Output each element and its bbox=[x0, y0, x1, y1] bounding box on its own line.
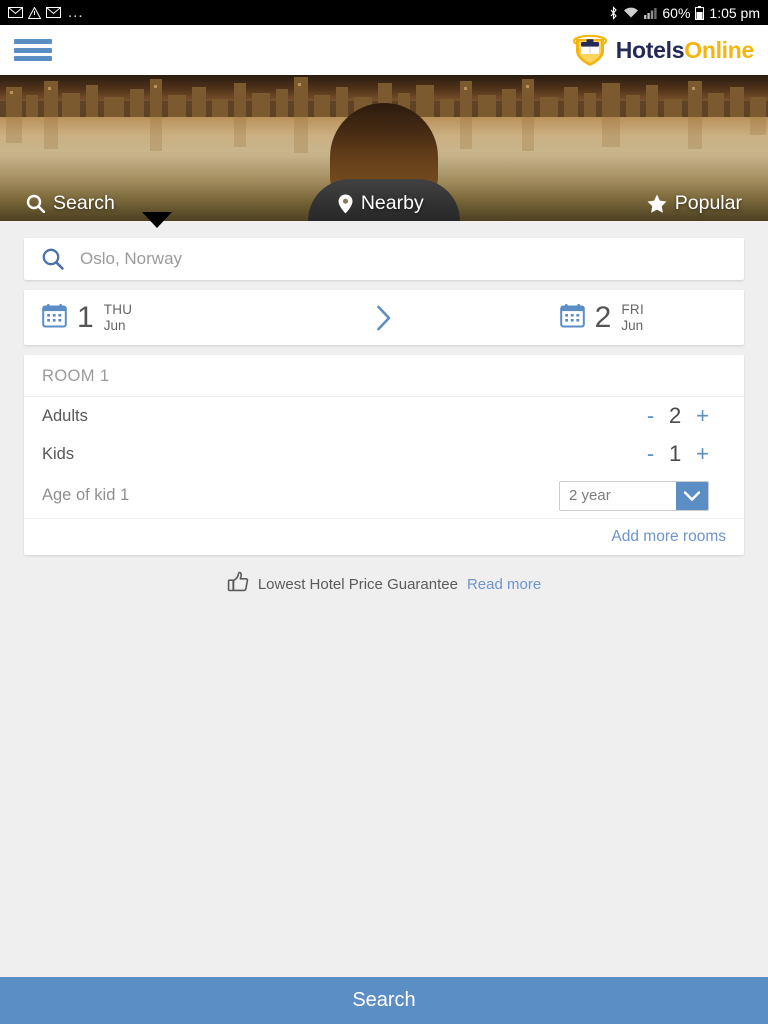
destination-card: Oslo, Norway bbox=[24, 238, 744, 280]
checkin-weekday-month: THU Jun bbox=[104, 302, 133, 333]
battery-percent: 60% bbox=[662, 4, 691, 21]
chevron-right-icon bbox=[376, 305, 393, 331]
checkout-weekday-month: FRI Jun bbox=[621, 302, 644, 333]
clock-time: 1:05 pm bbox=[709, 4, 760, 21]
active-tab-pointer bbox=[142, 212, 172, 228]
kids-label: Kids bbox=[42, 444, 75, 463]
tab-search-label: Search bbox=[53, 192, 115, 214]
hamburger-bar bbox=[14, 47, 52, 53]
kid-age-row: Age of kid 1 2 year bbox=[24, 473, 744, 519]
tab-search[interactable]: Search bbox=[26, 192, 115, 215]
kid-age-select[interactable]: 2 year bbox=[559, 480, 709, 511]
app-screen: ... 60% 1:05 pm HotelsOnline Search Near… bbox=[0, 0, 768, 1024]
kid-age-label: Age of kid 1 bbox=[42, 486, 130, 504]
status-bar-left: ... bbox=[8, 4, 84, 21]
checkout-month: Jun bbox=[621, 317, 644, 333]
destination-input-row[interactable]: Oslo, Norway bbox=[24, 238, 744, 280]
checkout-date[interactable]: 2 FRI Jun bbox=[559, 300, 744, 334]
cell-signal-icon bbox=[644, 7, 657, 19]
kids-stepper: - 1 + bbox=[647, 441, 709, 467]
adults-value: 2 bbox=[669, 403, 682, 428]
calendar-icon bbox=[559, 303, 585, 333]
status-bar-right: 60% 1:05 pm bbox=[609, 5, 760, 21]
adults-minus-button[interactable]: - bbox=[647, 405, 654, 427]
price-guarantee-text: Lowest Hotel Price Guarantee bbox=[257, 576, 458, 593]
warning-triangle-icon bbox=[28, 6, 41, 19]
app-header: HotelsOnline bbox=[0, 25, 768, 75]
checkin-month: Jun bbox=[103, 317, 126, 333]
add-more-rooms-link[interactable]: Add more rooms bbox=[611, 528, 726, 546]
search-icon bbox=[26, 194, 45, 213]
mail-icon bbox=[46, 7, 61, 18]
hamburger-bar bbox=[14, 39, 52, 44]
adults-label: Adults bbox=[42, 406, 88, 425]
kids-plus-button[interactable]: + bbox=[696, 443, 709, 465]
shield-suitcase-logo-icon bbox=[570, 31, 610, 69]
search-input[interactable]: Oslo, Norway bbox=[80, 249, 182, 269]
adults-row: Adults - 2 + bbox=[24, 397, 744, 435]
kids-value: 1 bbox=[669, 441, 682, 466]
logo-word-primary: Hotels bbox=[615, 36, 685, 63]
tab-popular-label: Popular bbox=[674, 192, 742, 214]
dates-card: 1 THU Jun 2 FRI Jun bbox=[24, 290, 744, 345]
wifi-icon bbox=[623, 6, 639, 19]
checkin-date[interactable]: 1 THU Jun bbox=[24, 302, 132, 333]
tab-nearby[interactable]: Nearby bbox=[338, 192, 424, 215]
bluetooth-icon bbox=[609, 5, 618, 20]
adults-plus-button[interactable]: + bbox=[696, 405, 709, 427]
date-range-row: 1 THU Jun 2 FRI Jun bbox=[24, 290, 744, 345]
battery-icon bbox=[695, 5, 705, 20]
hamburger-menu-icon[interactable] bbox=[14, 37, 52, 63]
checkin-weekday: THU bbox=[103, 301, 133, 317]
search-icon bbox=[42, 248, 64, 270]
map-pin-icon bbox=[338, 194, 353, 214]
chevron-down-icon[interactable] bbox=[676, 481, 708, 510]
checkout-weekday: FRI bbox=[621, 301, 644, 317]
hamburger-bar bbox=[14, 56, 52, 61]
mail-icon bbox=[8, 7, 23, 18]
status-overflow-dots: ... bbox=[68, 4, 84, 21]
checkin-day: 1 bbox=[77, 300, 94, 334]
adults-stepper: - 2 + bbox=[647, 403, 709, 429]
status-bar: ... 60% 1:05 pm bbox=[0, 0, 768, 25]
kids-minus-button[interactable]: - bbox=[647, 443, 654, 465]
kids-row: Kids - 1 + bbox=[24, 435, 744, 473]
hero-banner: Search Nearby Popular bbox=[0, 75, 768, 221]
add-rooms-row: Add more rooms bbox=[24, 519, 744, 555]
room-title: ROOM 1 bbox=[24, 355, 744, 397]
star-icon bbox=[647, 194, 667, 213]
calendar-icon bbox=[42, 303, 67, 333]
kid-age-value: 2 year bbox=[569, 487, 611, 504]
read-more-link[interactable]: Read more bbox=[467, 576, 541, 593]
logo-word-secondary: Online bbox=[684, 36, 754, 63]
price-guarantee: Lowest Hotel Price Guarantee Read more bbox=[24, 571, 744, 598]
room-card: ROOM 1 Adults - 2 + Kids - 1 + Age of ki… bbox=[24, 355, 744, 555]
search-form: Oslo, Norway 1 THU Jun 2 FRI Jun ROOM 1 … bbox=[0, 221, 768, 598]
tab-popular[interactable]: Popular bbox=[647, 192, 742, 215]
hero-tab-bar: Search Nearby Popular bbox=[0, 192, 768, 215]
thumbs-up-icon bbox=[227, 571, 249, 598]
app-logo[interactable]: HotelsOnline bbox=[570, 31, 754, 69]
tab-nearby-label: Nearby bbox=[360, 192, 424, 214]
checkout-day: 2 bbox=[594, 300, 612, 334]
search-submit-button[interactable]: Search bbox=[0, 977, 768, 1024]
logo-wordmark: HotelsOnline bbox=[615, 36, 755, 64]
